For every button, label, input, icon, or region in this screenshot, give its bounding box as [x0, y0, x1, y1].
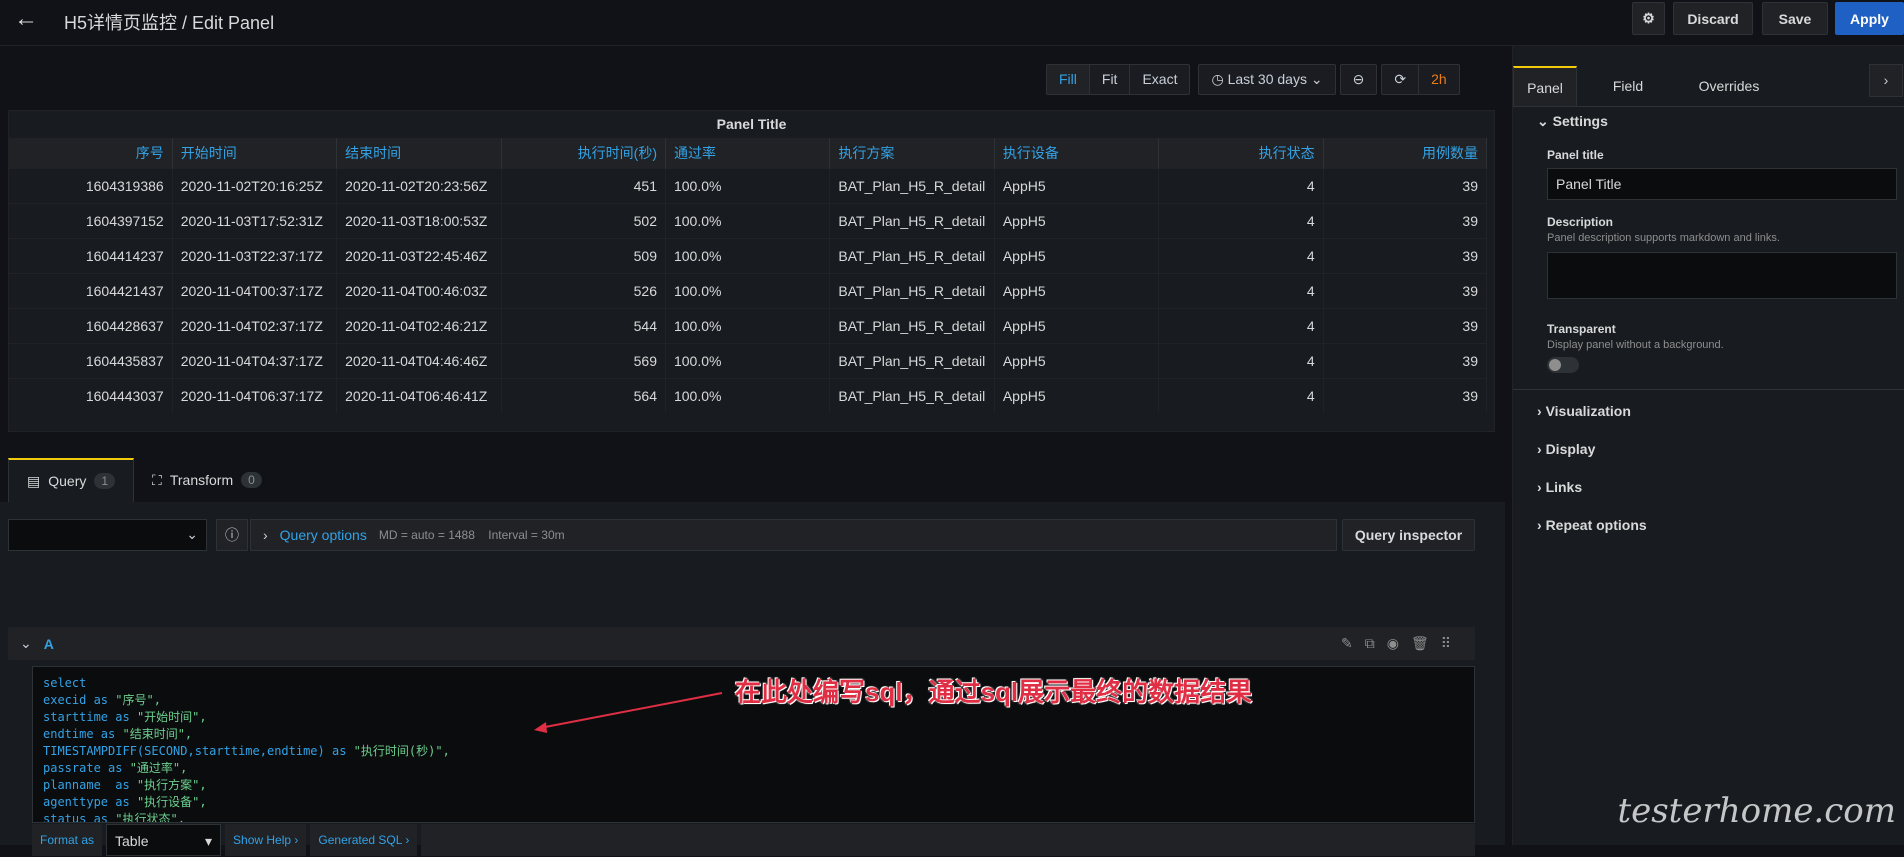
watermark: testerhome.com [1617, 791, 1896, 831]
annotation-text: 在此处编写sql，通过sql展示最终的数据结果 [735, 672, 1252, 709]
annotation-arrow [0, 0, 1904, 845]
